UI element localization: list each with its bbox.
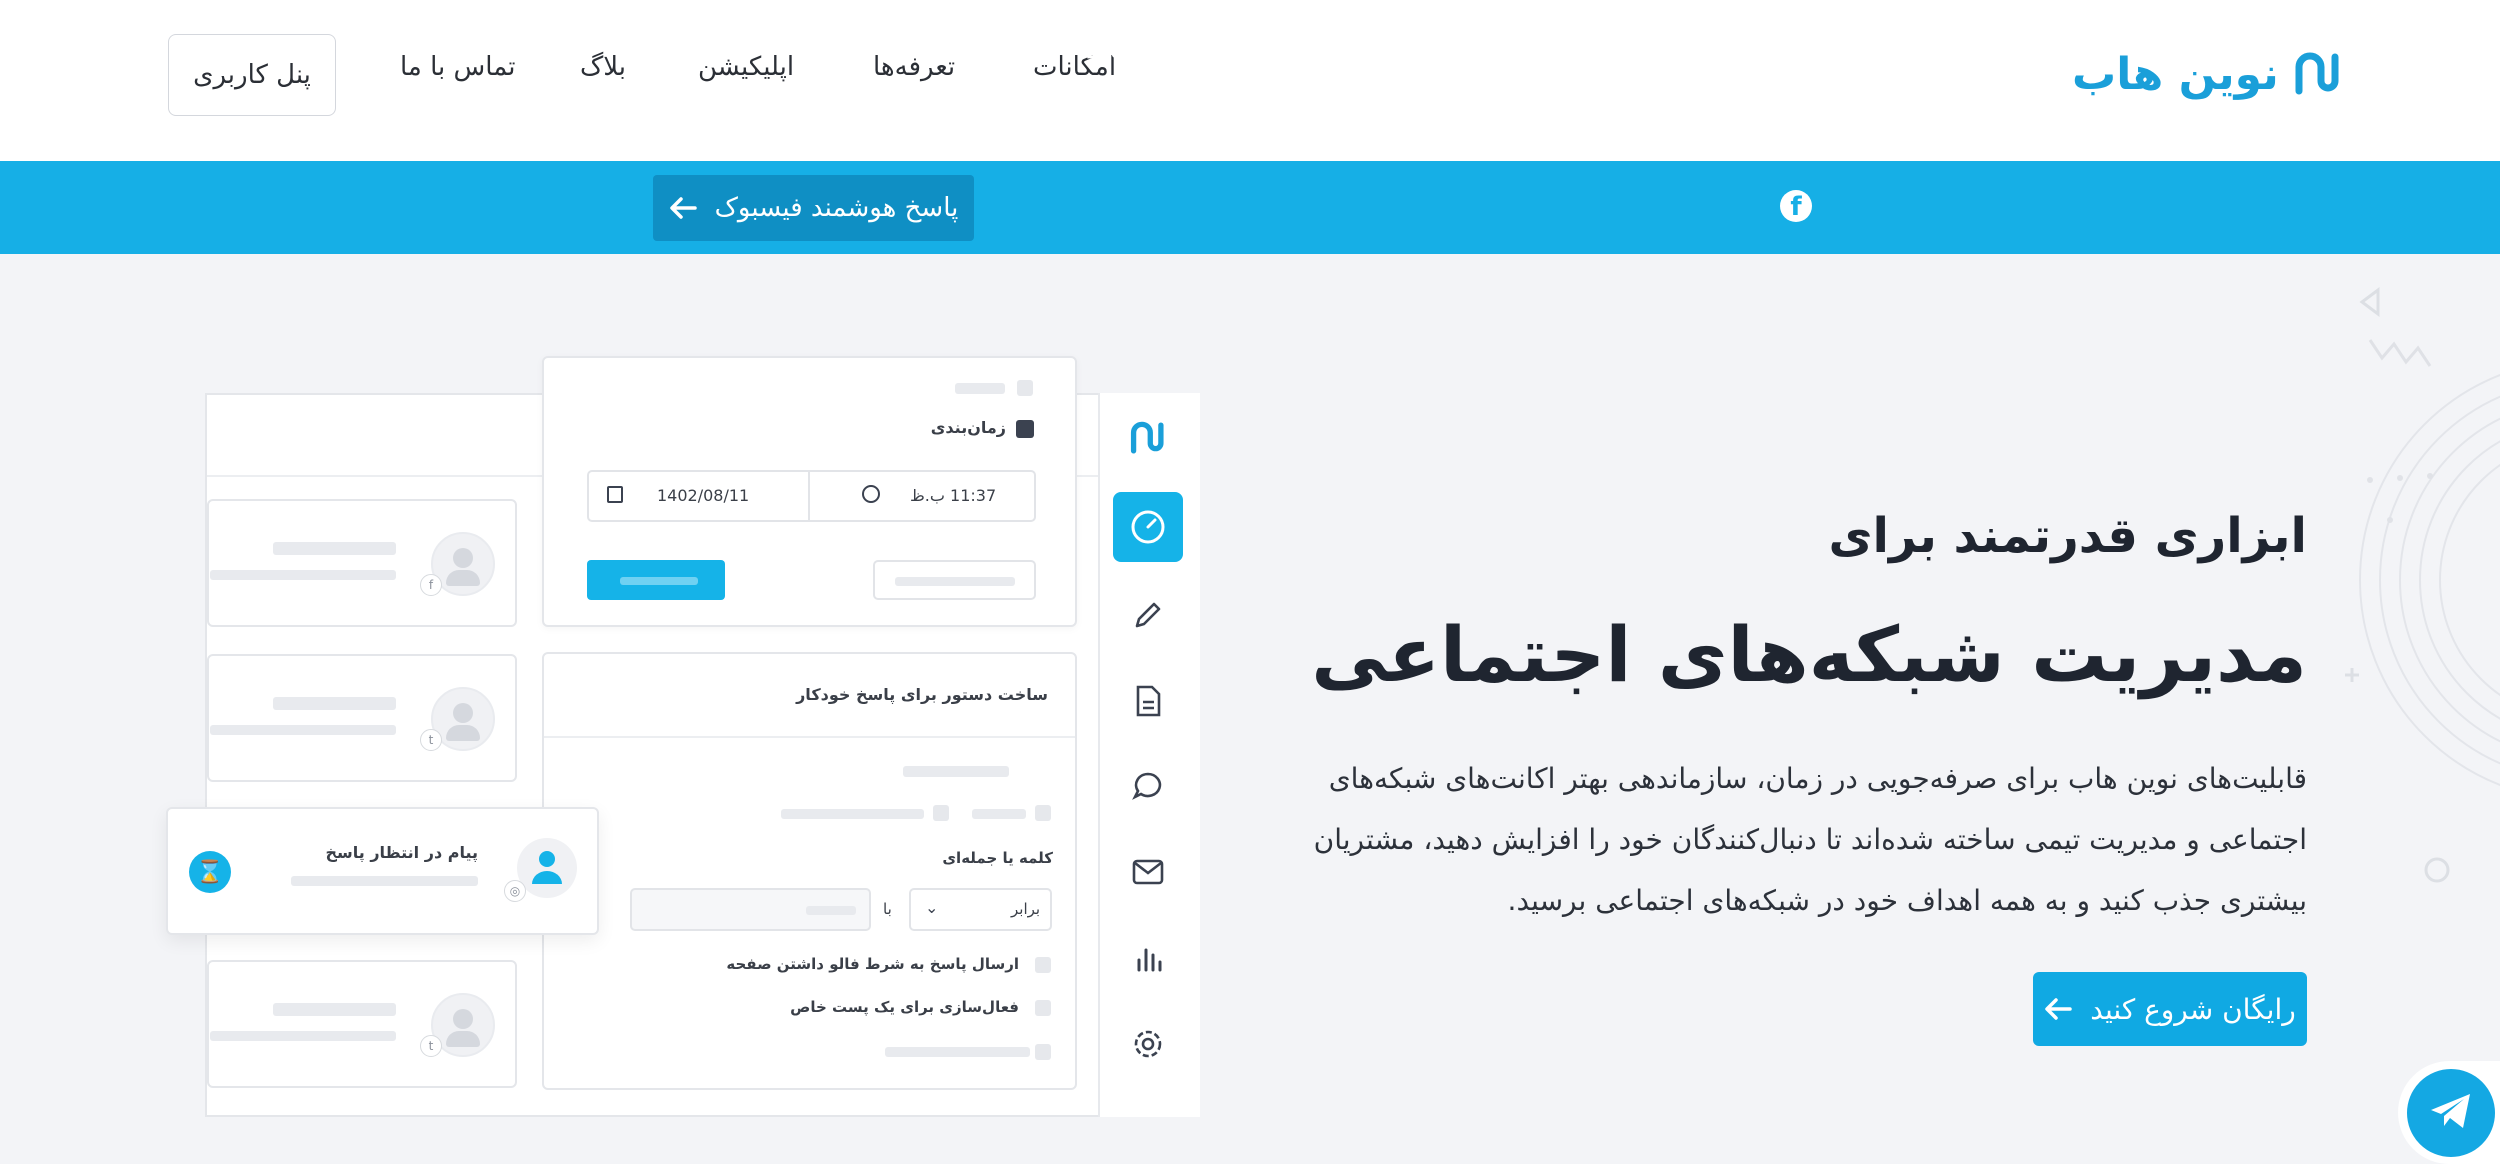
logo-text: نوین هاب xyxy=(2072,48,2279,100)
facebook-letter: f xyxy=(1790,192,1802,222)
date-value: 1402/08/11 xyxy=(657,486,750,505)
banner-text: قابلیت جدید نوین هاب: پاسخ خودکار به پیا… xyxy=(1064,28,1827,59)
with-label: با xyxy=(883,900,892,918)
hero-subtitle: ابزاری قدرتمند برای xyxy=(1828,508,2307,564)
bar-chart-icon xyxy=(1113,923,1183,993)
arrow-left-icon xyxy=(2045,998,2072,1020)
user-panel-button[interactable]: پنل کاربری xyxy=(168,34,336,116)
logo[interactable]: نوین هاب xyxy=(2072,44,2347,104)
instagram-badge-icon: ◎ xyxy=(504,880,526,902)
calendar-icon xyxy=(607,486,623,503)
nav-contact[interactable]: تماس با ما xyxy=(400,52,515,82)
edit-icon xyxy=(1113,580,1183,650)
dashboard-gauge-icon xyxy=(1113,492,1183,562)
document-icon xyxy=(1113,666,1183,736)
twitter-badge-icon: t xyxy=(420,1035,442,1057)
time-value: 11:37 ب.ظ xyxy=(910,486,997,505)
equal-option: برابر xyxy=(1011,900,1041,918)
facebook-smart-reply-button[interactable]: پاسخ هوشمند فیسبوک xyxy=(653,175,974,241)
hourglass-icon: ⌛ xyxy=(189,851,231,893)
schedule-label: زمان‌بندی xyxy=(930,418,1006,437)
brand-logo-icon xyxy=(1113,403,1183,473)
chat-icon xyxy=(1113,751,1183,821)
hero-description: قابلیت‌های نوین هاب برای صرفه‌جویی در زم… xyxy=(1313,762,2307,917)
settings-gear-icon xyxy=(1113,1009,1183,1079)
pending-message-label: پیام در انتظار پاسخ xyxy=(325,843,478,862)
nav-blog[interactable]: بلاگ xyxy=(580,52,626,82)
banner-button-label: پاسخ هوشمند فیسبوک xyxy=(714,193,959,223)
arrow-left-icon xyxy=(669,197,697,219)
user-icon xyxy=(532,851,562,884)
keyword-label: کلمه یا جمله‌ای xyxy=(942,849,1053,867)
auto-reply-rule-card xyxy=(542,652,1077,1090)
mail-icon xyxy=(1113,837,1183,907)
rule-title: ساخت دستور برای پاسخ خودکار xyxy=(796,685,1048,704)
telegram-icon xyxy=(2431,1094,2470,1128)
nav-pricing[interactable]: تعرفه‌ها xyxy=(873,52,955,82)
follow-condition-label: ارسال پاسخ به شرط فالو داشتن صفحه xyxy=(726,955,1019,973)
start-free-button[interactable]: رایگان شروع کنید xyxy=(2033,972,2307,1046)
decorative-circles xyxy=(2345,287,2500,883)
specific-post-label: فعال‌سازی برای یک پست خاص xyxy=(790,998,1019,1016)
twitter-badge-icon: t xyxy=(420,729,442,751)
chevron-down-icon: ⌄ xyxy=(925,898,939,917)
nav-application[interactable]: اپلیکیشن xyxy=(698,52,794,82)
facebook-icon: f xyxy=(1780,190,1812,222)
facebook-badge-icon: f xyxy=(420,574,442,596)
logo-icon xyxy=(2295,52,2339,95)
schedule-checkbox xyxy=(1016,420,1034,438)
announcement-banner xyxy=(0,161,2500,254)
clock-icon xyxy=(862,485,880,503)
hero-title: مدیریت شبکه‌های اجتماعی xyxy=(1311,610,2307,699)
cta-label: رایگان شروع کنید xyxy=(2090,992,2296,1026)
